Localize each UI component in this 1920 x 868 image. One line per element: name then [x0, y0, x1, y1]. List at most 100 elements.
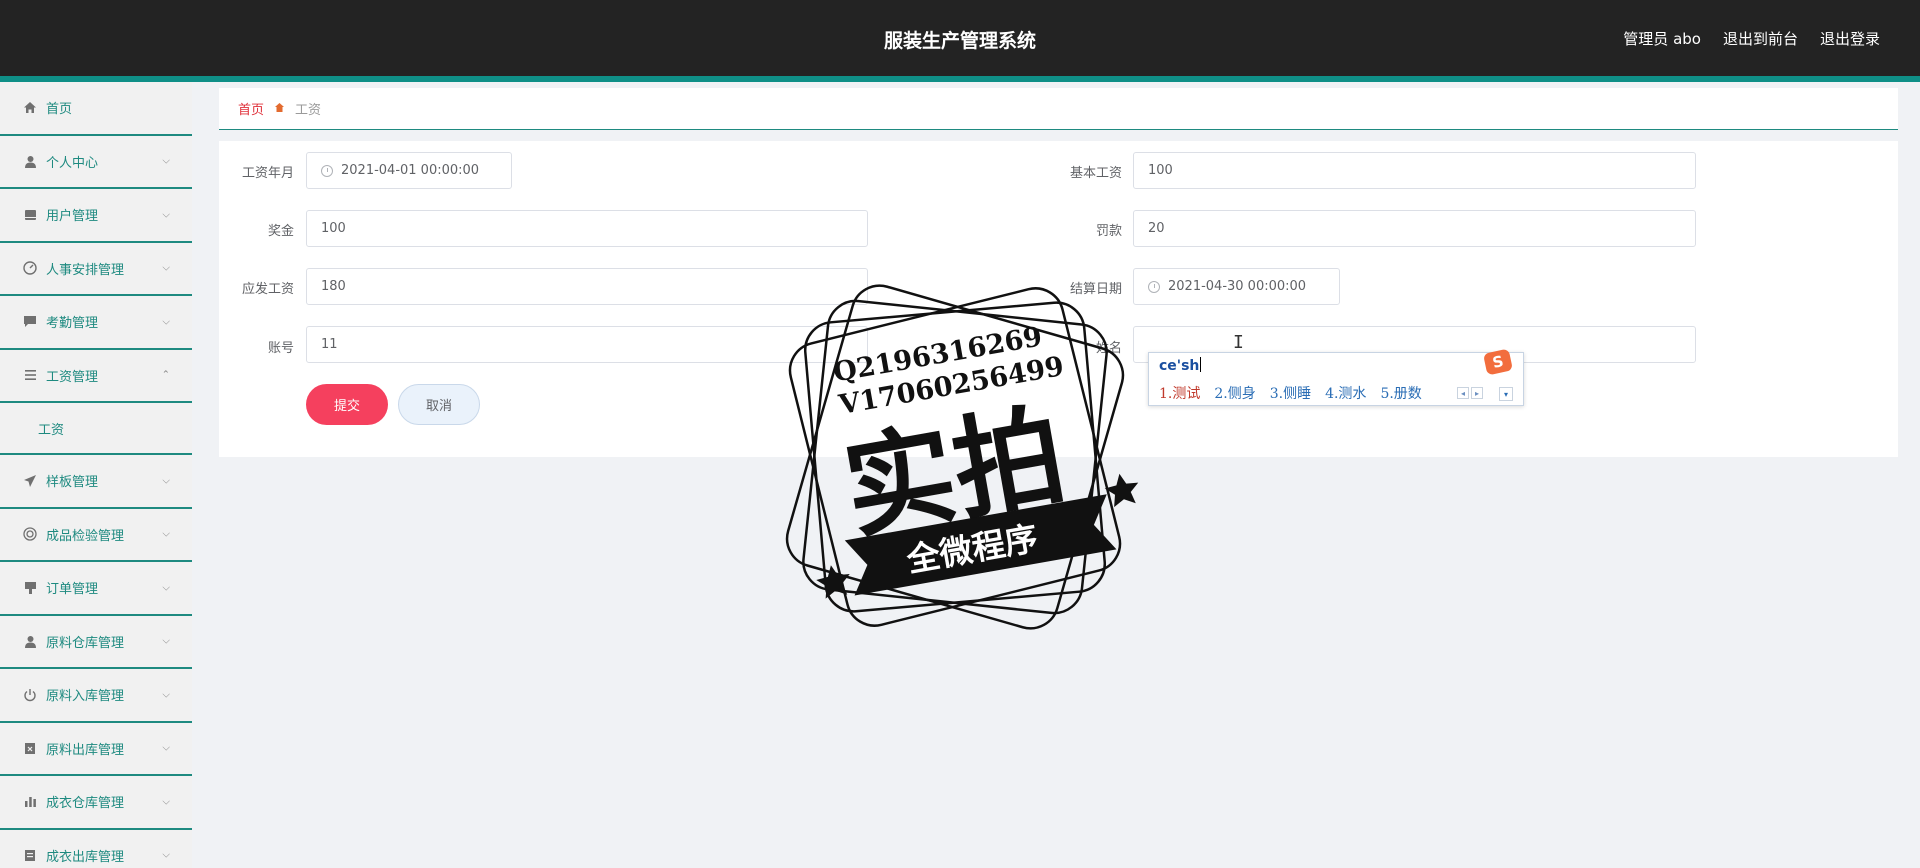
breadcrumb-separator-icon: [274, 102, 285, 116]
chevron-up-icon: ⌃: [161, 369, 170, 381]
ime-candidate[interactable]: 4.测水: [1325, 383, 1366, 403]
power-icon: [22, 687, 38, 703]
payable-salary-value: 180: [321, 279, 346, 294]
penalty-value: 20: [1148, 221, 1165, 236]
sidebar-item-home[interactable]: 首页: [0, 82, 192, 136]
sidebar-item-raw-inbound[interactable]: 原料入库管理 ⌵: [0, 669, 192, 723]
logout-link[interactable]: 退出登录: [1820, 28, 1880, 49]
bar-chart-icon: [22, 794, 38, 810]
chevron-down-icon: ⌵: [162, 582, 170, 594]
sidebar-item-label: 人事安排管理: [46, 262, 125, 278]
salary-month-label: 工资年月: [241, 166, 294, 181]
clipboard-x-icon: [22, 740, 38, 756]
chat-icon: [22, 314, 38, 330]
sidebar-item-label: 成品检验管理: [46, 528, 125, 544]
ime-prev-page-icon[interactable]: ◂: [1457, 387, 1469, 399]
sidebar-item-salary[interactable]: 工资管理 ⌃: [0, 350, 192, 403]
stamp-icon: [22, 580, 38, 596]
ime-candidate-popup: ce'sh S 1.测试 2.侧身 3.侧睡 4.测水 5.册数 ◂ ▸ ▾: [1148, 348, 1524, 406]
sidebar-item-label: 原料入库管理: [46, 689, 125, 705]
penalty-input[interactable]: 20: [1133, 210, 1696, 247]
chevron-down-icon: ⌵: [162, 475, 170, 487]
back-to-frontend-link[interactable]: 退出到前台: [1723, 28, 1798, 49]
gauge-icon: [22, 260, 38, 276]
chevron-down-icon: ⌵: [162, 209, 170, 221]
top-header: 服装生产管理系统 管理员 abo 退出到前台 退出登录: [0, 0, 1920, 76]
bonus-label: 奖金: [267, 224, 294, 239]
sidebar-item-label: 个人中心: [46, 155, 99, 171]
sidebar-item-garment-outbound[interactable]: 成衣出库管理 ⌵: [0, 830, 192, 868]
sidebar-item-label: 首页: [46, 102, 73, 118]
submit-button[interactable]: 提交: [306, 384, 388, 425]
home-icon: [22, 100, 38, 116]
salary-month-value: 2021-04-01 00:00:00: [341, 163, 480, 178]
chevron-down-icon: ⌵: [162, 262, 170, 274]
breadcrumb-home-link[interactable]: 首页: [238, 99, 264, 118]
sidebar-item-profile[interactable]: 个人中心 ⌵: [0, 136, 192, 189]
list-icon: [22, 367, 38, 383]
base-salary-value: 100: [1148, 163, 1173, 178]
chevron-down-icon: ⌵: [162, 155, 170, 167]
sidebar-item-label: 用户管理: [46, 209, 99, 225]
ime-candidate[interactable]: 1.测试: [1159, 383, 1200, 403]
sidebar-item-hr[interactable]: 人事安排管理 ⌵: [0, 243, 192, 296]
text-cursor-icon: I: [1233, 332, 1244, 353]
sidebar-item-users[interactable]: 用户管理 ⌵: [0, 189, 192, 243]
sidebar-item-label: 成衣仓库管理: [46, 796, 125, 812]
salary-month-picker[interactable]: 2021-04-01 00:00:00: [306, 152, 512, 189]
base-salary-input[interactable]: 100: [1133, 152, 1696, 189]
ime-composition: ce'sh: [1159, 358, 1200, 374]
person-icon: [22, 633, 38, 649]
sidebar-item-label: 原料出库管理: [46, 742, 125, 758]
ime-candidate[interactable]: 3.侧睡: [1270, 383, 1311, 403]
sidebar-item-inspection[interactable]: 成品检验管理 ⌵: [0, 509, 192, 562]
account-value: 11: [321, 337, 338, 352]
chevron-down-icon: ⌵: [162, 849, 170, 861]
card-icon: [22, 207, 38, 223]
base-salary-label: 基本工资: [1069, 166, 1122, 181]
sidebar-item-label: 样板管理: [46, 475, 99, 491]
ime-expand-icon[interactable]: ▾: [1499, 387, 1513, 401]
sidebar-item-label: 工资管理: [46, 369, 99, 385]
bonus-input[interactable]: 100: [306, 210, 868, 247]
settle-date-value: 2021-04-30 00:00:00: [1168, 279, 1307, 294]
ime-candidate[interactable]: 2.侧身: [1214, 383, 1255, 403]
sidebar: 首页 个人中心 ⌵ 用户管理 ⌵ 人事安排管理 ⌵ 考勤管理 ⌵ 工资管理 ⌃: [0, 82, 192, 868]
sidebar-item-raw-warehouse[interactable]: 原料仓库管理 ⌵: [0, 616, 192, 669]
watermark-stamp: Q2196316269 V17060256499 实拍 全微程序: [785, 284, 1139, 630]
send-icon: [22, 473, 38, 489]
ime-next-page-icon[interactable]: ▸: [1471, 387, 1483, 399]
sidebar-item-garment-warehouse[interactable]: 成衣仓库管理 ⌵: [0, 776, 192, 830]
breadcrumb: 首页 工资: [219, 88, 1898, 130]
settle-date-picker[interactable]: 2021-04-30 00:00:00: [1133, 268, 1340, 305]
sidebar-subitem-label: 工资: [38, 422, 65, 438]
chevron-down-icon: ⌵: [162, 635, 170, 647]
chevron-down-icon: ⌵: [162, 528, 170, 540]
sidebar-item-label: 原料仓库管理: [46, 635, 125, 651]
sidebar-subitem-salary[interactable]: 工资: [0, 403, 192, 455]
star-icon: [1104, 473, 1139, 508]
sidebar-item-raw-outbound[interactable]: 原料出库管理 ⌵: [0, 723, 192, 776]
payable-salary-label: 应发工资: [241, 282, 294, 297]
sidebar-item-samples[interactable]: 样板管理 ⌵: [0, 455, 192, 509]
clock-icon: [321, 164, 333, 177]
target-icon: [22, 526, 38, 542]
breadcrumb-current: 工资: [295, 103, 322, 118]
ime-logo-icon: S: [1482, 348, 1514, 376]
cancel-button[interactable]: 取消: [398, 384, 480, 425]
clipboard-icon: [22, 847, 38, 863]
chevron-down-icon: ⌵: [162, 742, 170, 754]
sidebar-item-orders[interactable]: 订单管理 ⌵: [0, 562, 192, 616]
sidebar-item-label: 订单管理: [46, 582, 99, 598]
ime-candidate[interactable]: 5.册数: [1380, 383, 1421, 403]
ime-page-nav: ◂ ▸: [1457, 387, 1483, 399]
chevron-down-icon: ⌵: [162, 316, 170, 328]
sidebar-item-label: 成衣出库管理: [46, 849, 125, 865]
admin-user-link[interactable]: 管理员 abo: [1623, 28, 1701, 49]
account-label: 账号: [267, 341, 294, 356]
chevron-down-icon: ⌵: [162, 689, 170, 701]
bonus-value: 100: [321, 221, 346, 236]
header-links: 管理员 abo 退出到前台 退出登录: [1623, 28, 1880, 49]
user-icon: [22, 153, 38, 169]
sidebar-item-attendance[interactable]: 考勤管理 ⌵: [0, 296, 192, 350]
